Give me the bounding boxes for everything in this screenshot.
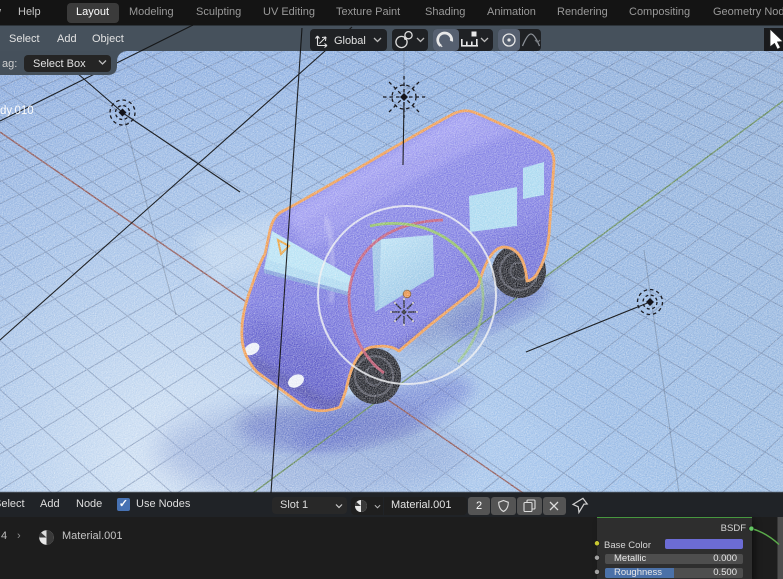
svg-text:Select: Select	[9, 33, 40, 45]
svg-text:Select Box: Select Box	[33, 58, 86, 70]
svg-text:Global: Global	[334, 35, 366, 47]
svg-text:Add: Add	[57, 33, 77, 45]
svg-text:ag:: ag:	[2, 58, 17, 70]
svg-text:Object: Object	[92, 33, 124, 45]
svg-text:dy.010: dy.010	[0, 105, 34, 117]
